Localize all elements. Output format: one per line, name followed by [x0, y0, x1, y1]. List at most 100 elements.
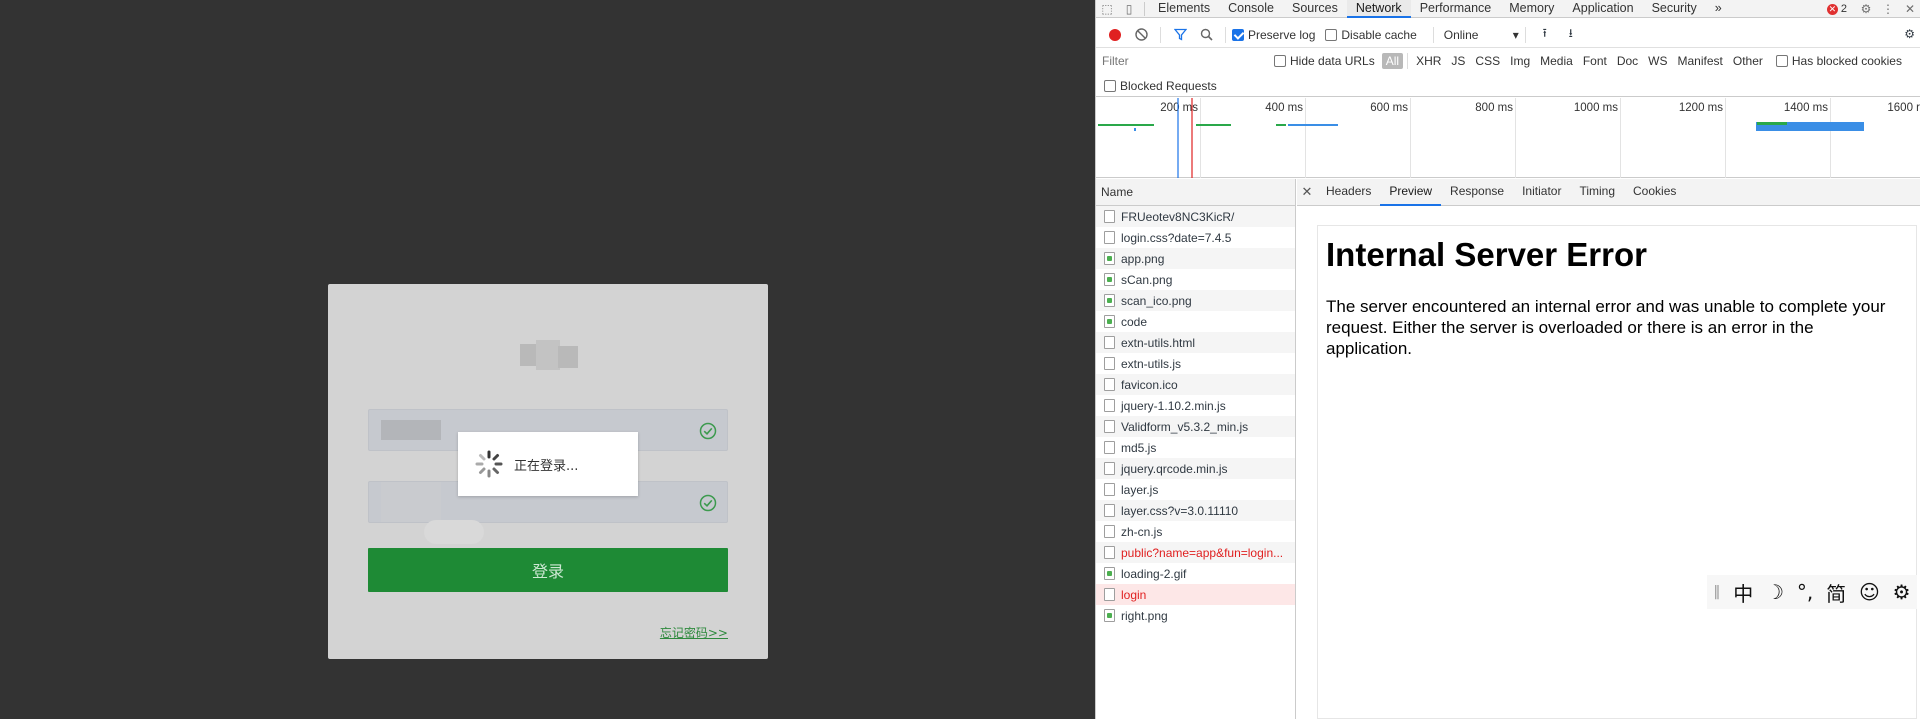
- request-row[interactable]: FRUeotev8NC3KicR/: [1096, 206, 1295, 227]
- document-file-icon: [1104, 441, 1115, 454]
- clear-icon[interactable]: [1128, 23, 1154, 47]
- request-row[interactable]: sCan.png: [1096, 269, 1295, 290]
- request-row[interactable]: login.css?date=7.4.5: [1096, 227, 1295, 248]
- close-devtools-icon[interactable]: ✕: [1899, 0, 1920, 18]
- ime-simplified[interactable]: 简: [1826, 578, 1846, 607]
- request-row[interactable]: layer.css?v=3.0.11110: [1096, 500, 1295, 521]
- request-row[interactable]: code: [1096, 311, 1295, 332]
- document-file-icon: [1104, 378, 1115, 391]
- tab-security[interactable]: Security: [1643, 0, 1706, 18]
- type-filter-media[interactable]: Media: [1536, 53, 1577, 69]
- request-row[interactable]: favicon.ico: [1096, 374, 1295, 395]
- devtools-panel: ⬚ ▯ Elements Console Sources Network Per…: [1095, 0, 1920, 719]
- type-filter-all[interactable]: All: [1381, 53, 1404, 69]
- request-name: layer.css?v=3.0.11110: [1121, 503, 1239, 518]
- document-file-icon: [1104, 210, 1115, 223]
- ime-drag-handle[interactable]: ‖: [1713, 584, 1720, 600]
- hide-data-urls-checkbox[interactable]: Hide data URLs: [1274, 54, 1375, 68]
- request-row[interactable]: right.png: [1096, 605, 1295, 626]
- tab-application[interactable]: Application: [1563, 0, 1642, 18]
- tab-timing[interactable]: Timing: [1570, 179, 1624, 206]
- request-row[interactable]: loading-2.gif: [1096, 563, 1295, 584]
- network-overview-timeline[interactable]: 200 ms 400 ms 600 ms 800 ms 1000 ms 1200…: [1096, 98, 1920, 178]
- tab-memory[interactable]: Memory: [1500, 0, 1563, 18]
- error-count-badge[interactable]: ✕ 2: [1826, 3, 1847, 15]
- type-filter-manifest[interactable]: Manifest: [1674, 53, 1727, 69]
- request-row[interactable]: extn-utils.js: [1096, 353, 1295, 374]
- record-icon[interactable]: [1102, 23, 1128, 47]
- moon-icon[interactable]: ☽: [1766, 580, 1784, 604]
- document-file-icon: [1104, 525, 1115, 538]
- check-circle-icon: [699, 494, 717, 512]
- tab-sources[interactable]: Sources: [1283, 0, 1347, 18]
- device-toolbar-icon[interactable]: ▯: [1118, 0, 1140, 18]
- document-file-icon: [1104, 546, 1115, 559]
- request-name: jquery.qrcode.min.js: [1121, 461, 1228, 476]
- tab-elements[interactable]: Elements: [1149, 0, 1219, 18]
- error-heading: Internal Server Error: [1326, 236, 1647, 273]
- ime-chinese-mode[interactable]: 中: [1733, 578, 1753, 607]
- logo-blurred: [520, 340, 578, 370]
- tab-console[interactable]: Console: [1219, 0, 1283, 18]
- request-name: md5.js: [1121, 440, 1157, 455]
- filter-input[interactable]: [1100, 51, 1262, 71]
- type-filter-img[interactable]: Img: [1506, 53, 1534, 69]
- type-filter-ws[interactable]: WS: [1644, 53, 1671, 69]
- blocked-requests-checkbox[interactable]: Blocked Requests: [1104, 79, 1217, 93]
- search-icon[interactable]: [1193, 23, 1219, 47]
- type-filter-font[interactable]: Font: [1579, 53, 1611, 69]
- request-row[interactable]: jquery-1.10.2.min.js: [1096, 395, 1295, 416]
- ime-punctuation[interactable]: °,: [1797, 580, 1813, 604]
- request-row[interactable]: public?name=app&fun=login...: [1096, 542, 1295, 563]
- inspect-element-icon[interactable]: ⬚: [1096, 0, 1118, 18]
- type-filter-doc[interactable]: Doc: [1613, 53, 1642, 69]
- export-har-icon[interactable]: ⭳: [1558, 23, 1584, 47]
- request-row[interactable]: layer.js: [1096, 479, 1295, 500]
- request-row[interactable]: scan_ico.png: [1096, 290, 1295, 311]
- has-blocked-cookies-checkbox[interactable]: Has blocked cookies: [1775, 54, 1902, 68]
- tab-network[interactable]: Network: [1346, 0, 1411, 18]
- more-options-icon[interactable]: ⋮: [1877, 0, 1899, 18]
- request-name: layer.js: [1121, 482, 1159, 497]
- type-filter-xhr[interactable]: XHR: [1412, 53, 1445, 69]
- login-button[interactable]: 登录: [368, 548, 728, 592]
- tab-preview[interactable]: Preview: [1380, 179, 1442, 206]
- request-row[interactable]: extn-utils.html: [1096, 332, 1295, 353]
- emoji-icon[interactable]: ☺: [1859, 580, 1880, 604]
- request-name: login.css?date=7.4.5: [1121, 230, 1232, 245]
- type-filter-css[interactable]: CSS: [1471, 53, 1504, 69]
- type-filter-other[interactable]: Other: [1729, 53, 1767, 69]
- request-name: FRUeotev8NC3KicR/: [1121, 209, 1235, 224]
- request-row[interactable]: app.png: [1096, 248, 1295, 269]
- preserve-log-checkbox[interactable]: Preserve log: [1232, 28, 1315, 42]
- devtools-tabbar: ⬚ ▯ Elements Console Sources Network Per…: [1096, 0, 1920, 18]
- more-tabs-icon[interactable]: »: [1706, 0, 1731, 18]
- request-name: right.png: [1121, 608, 1168, 623]
- request-row[interactable]: login: [1096, 584, 1295, 605]
- settings-gear-icon[interactable]: ⚙: [1855, 0, 1877, 18]
- tab-cookies[interactable]: Cookies: [1624, 179, 1685, 206]
- network-settings-icon[interactable]: ⚙: [1904, 27, 1915, 41]
- tab-headers[interactable]: Headers: [1317, 179, 1380, 206]
- request-name: scan_ico.png: [1121, 293, 1192, 308]
- filter-icon[interactable]: [1167, 23, 1193, 47]
- request-row[interactable]: jquery.qrcode.min.js: [1096, 458, 1295, 479]
- close-detail-icon[interactable]: ✕: [1297, 184, 1317, 200]
- forgot-password-link[interactable]: 忘记密码>>: [660, 624, 728, 641]
- tab-initiator[interactable]: Initiator: [1513, 179, 1570, 206]
- throttling-select[interactable]: Online ▾: [1444, 28, 1519, 42]
- image-file-icon: [1104, 567, 1115, 580]
- request-row[interactable]: Validform_v5.3.2_min.js: [1096, 416, 1295, 437]
- type-filter-js[interactable]: JS: [1447, 53, 1469, 69]
- image-file-icon: [1104, 294, 1115, 307]
- tab-performance[interactable]: Performance: [1411, 0, 1501, 18]
- document-file-icon: [1104, 504, 1115, 517]
- gear-icon[interactable]: ⚙: [1893, 580, 1911, 604]
- request-name: loading-2.gif: [1121, 566, 1187, 581]
- name-column-header[interactable]: Name: [1096, 179, 1295, 206]
- import-har-icon[interactable]: ⭱: [1532, 23, 1558, 47]
- tab-response[interactable]: Response: [1441, 179, 1513, 206]
- request-row[interactable]: md5.js: [1096, 437, 1295, 458]
- disable-cache-checkbox[interactable]: Disable cache: [1325, 28, 1417, 42]
- request-row[interactable]: zh-cn.js: [1096, 521, 1295, 542]
